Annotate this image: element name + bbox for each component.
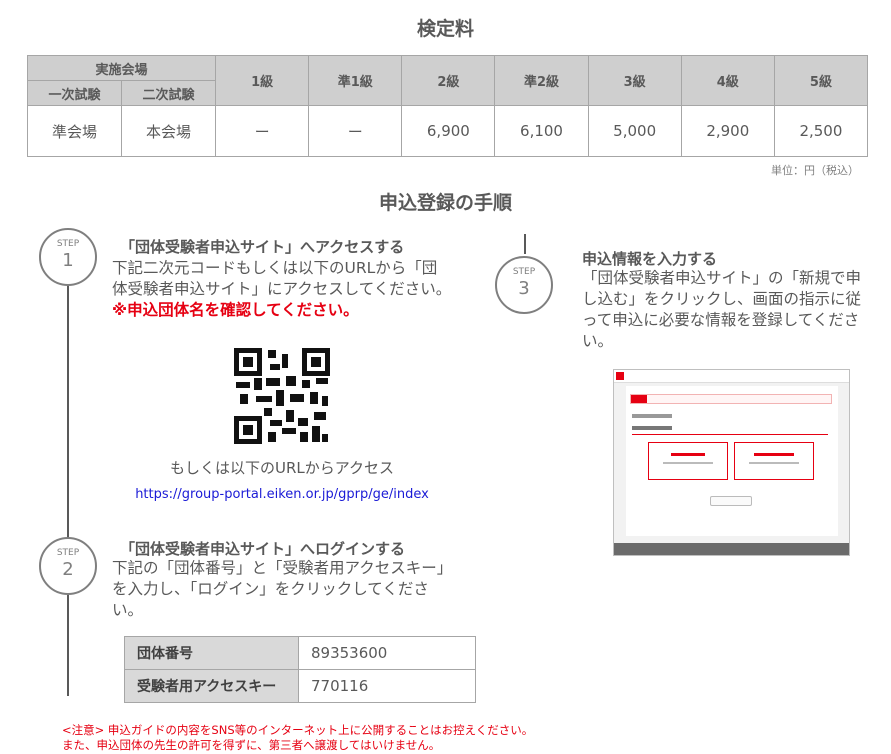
grade-header: 4級 — [680, 55, 775, 106]
portal-url-link[interactable]: https://group-portal.eiken.or.jp/gprp/ge… — [112, 487, 452, 502]
access-key-value: 770116 — [298, 669, 476, 703]
procedure-title: 申込登録の手順 — [378, 192, 512, 214]
step-1-warning: ※申込団体名を確認してください。 — [112, 301, 359, 319]
step-2-body: 下記の「団体番号」と「受験者用アクセスキー」を入力し、「ログイン」をクリックして… — [112, 559, 453, 619]
group-number-value: 89353600 — [298, 636, 476, 670]
notice-line-2: また、申込団体の先生の許可を得ずに、第三者へ譲渡してはいけません。 — [62, 738, 441, 752]
logo-icon — [616, 372, 624, 380]
step-3-badge: STEP 3 — [495, 256, 553, 314]
fee-row: 準会場 本会場 ー ー 6,900 6,100 5,000 2,900 2,50… — [27, 105, 869, 157]
fee-table: 実施会場 1級 準1級 2級 準2級 3級 4級 5級 一次試験 二次試験 準会… — [26, 55, 869, 157]
grade-header: 2級 — [401, 55, 496, 106]
grade-header: 準1級 — [308, 55, 403, 106]
step-3-heading: 申込情報を入力する — [582, 250, 718, 268]
price-unit: 単位：円（税込） — [771, 164, 859, 177]
fee-title: 検定料 — [416, 18, 474, 40]
grade-header: 3級 — [587, 55, 682, 106]
mock-header — [614, 370, 849, 383]
timeline-line — [67, 590, 69, 696]
qr-code[interactable] — [234, 348, 330, 444]
mock-new-apply-button — [648, 442, 728, 480]
price-cell: 6,100 — [494, 105, 589, 157]
price-cell: ー — [308, 105, 403, 157]
group-number-label: 団体番号 — [124, 636, 299, 670]
notice-line-1: <注意> 申込ガイドの内容をSNS等のインターネット上に公開することはお控えくだ… — [62, 723, 534, 737]
grade-header: 5級 — [773, 55, 869, 106]
access-key-label: 受験者用アクセスキー — [124, 669, 299, 703]
mock-footer — [614, 543, 849, 555]
timeline-line — [524, 234, 526, 254]
mock-manual-button — [710, 496, 752, 506]
mock-section-title — [632, 426, 672, 430]
step-3-body: 「団体受験者申込サイト」の「新規で申し込む」をクリックし、画面の指示に従って申込… — [582, 269, 862, 350]
price-cell: 5,000 — [587, 105, 682, 157]
step-1-badge: STEP 1 — [39, 228, 97, 286]
second-venue-cell: 本会場 — [120, 105, 217, 157]
step-number: 1 — [62, 250, 74, 271]
first-exam-header: 一次試験 — [27, 80, 122, 106]
step-number: 2 — [62, 559, 74, 580]
url-caption: もしくは以下のURLからアクセス — [169, 459, 394, 477]
mock-content — [626, 386, 838, 536]
price-cell: 2,900 — [680, 105, 775, 157]
step-number: 3 — [518, 278, 530, 299]
login-info-table: 団体番号 89353600 受験者用アクセスキー 770116 — [124, 636, 476, 703]
grade-header: 準2級 — [494, 55, 589, 106]
step-2-badge: STEP 2 — [39, 537, 97, 595]
price-cell: ー — [215, 105, 310, 157]
mock-confirm-button — [734, 442, 814, 480]
step-2-heading: 「団体受験者申込サイト」へログインする — [120, 540, 406, 558]
price-cell: 6,900 — [401, 105, 496, 157]
venue-header: 実施会場 — [26, 55, 217, 81]
first-venue-cell: 準会場 — [27, 105, 122, 157]
step-label: STEP — [512, 267, 536, 277]
mock-notice-bar — [630, 394, 832, 404]
second-exam-header: 二次試験 — [120, 80, 217, 106]
step-1-text: 下記二次元コードもしくは以下のURLから「団体受験者申込サイト」にアクセスしてく… — [112, 259, 452, 298]
site-screenshot — [613, 369, 850, 556]
step-1-body: 下記二次元コードもしくは以下のURLから「団体受験者申込サイト」にアクセスしてく… — [112, 258, 452, 321]
step-label: STEP — [56, 548, 80, 558]
mock-group-name — [632, 414, 672, 418]
price-cell: 2,500 — [773, 105, 869, 157]
timeline-line — [67, 262, 69, 542]
step-label: STEP — [56, 239, 80, 249]
grade-header: 1級 — [215, 55, 310, 106]
step-1-heading: 「団体受験者申込サイト」へアクセスする — [120, 238, 405, 256]
